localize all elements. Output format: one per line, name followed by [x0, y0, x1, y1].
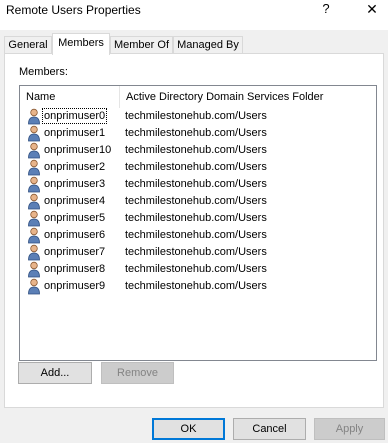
members-label: Members:	[19, 66, 68, 78]
cancel-button[interactable]: Cancel	[233, 418, 306, 440]
member-folder: techmilestonehub.com/Users	[125, 212, 267, 224]
member-folder: techmilestonehub.com/Users	[125, 263, 267, 275]
list-item[interactable]: onprimuser9 techmilestonehub.com/Users	[25, 278, 375, 295]
window-title: Remote Users Properties	[6, 3, 141, 17]
member-name: onprimuser1	[44, 127, 106, 139]
member-name: onprimuser3	[44, 178, 106, 190]
list-item[interactable]: onprimuser3 techmilestonehub.com/Users	[25, 176, 375, 193]
member-folder: techmilestonehub.com/Users	[125, 178, 267, 190]
user-icon	[27, 159, 41, 176]
list-item[interactable]: onprimuser10 techmilestonehub.com/Users	[25, 142, 375, 159]
list-item[interactable]: onprimuser8 techmilestonehub.com/Users	[25, 261, 375, 278]
help-button[interactable]: ?	[318, 1, 334, 21]
user-icon	[27, 108, 41, 125]
user-icon	[27, 244, 41, 261]
column-header-folder[interactable]: Active Directory Domain Services Folder	[119, 86, 376, 108]
member-name: onprimuser7	[44, 246, 106, 258]
list-item[interactable]: onprimuser6 techmilestonehub.com/Users	[25, 227, 375, 244]
member-name: onprimuser0	[41, 108, 108, 124]
column-header-name[interactable]: Name	[20, 86, 119, 108]
user-icon	[27, 227, 41, 244]
member-folder: techmilestonehub.com/Users	[125, 246, 267, 258]
list-item[interactable]: onprimuser5 techmilestonehub.com/Users	[25, 210, 375, 227]
user-icon	[27, 176, 41, 193]
tab-managed-by[interactable]: Managed By	[173, 36, 243, 54]
member-name: onprimuser6	[44, 229, 106, 241]
user-icon	[27, 193, 41, 210]
close-button[interactable]: ✕	[362, 1, 382, 21]
apply-button: Apply	[314, 418, 385, 440]
members-panel: Members: Name Active Directory Domain Se…	[4, 53, 384, 408]
member-folder: techmilestonehub.com/Users	[125, 229, 267, 241]
tab-members[interactable]: Members	[52, 33, 110, 55]
members-list[interactable]: Name Active Directory Domain Services Fo…	[19, 85, 377, 361]
list-item[interactable]: onprimuser7 techmilestonehub.com/Users	[25, 244, 375, 261]
remove-button: Remove	[101, 362, 174, 384]
ok-button[interactable]: OK	[152, 418, 225, 440]
list-item[interactable]: onprimuser1 techmilestonehub.com/Users	[25, 125, 375, 142]
member-name: onprimuser8	[44, 263, 106, 275]
tab-member-of[interactable]: Member Of	[110, 36, 173, 54]
user-icon	[27, 210, 41, 227]
add-button[interactable]: Add...	[18, 362, 92, 384]
member-name: onprimuser9	[44, 280, 106, 292]
member-folder: techmilestonehub.com/Users	[125, 280, 267, 292]
member-name: onprimuser2	[44, 161, 106, 173]
member-name: onprimuser4	[44, 195, 106, 207]
user-icon	[27, 261, 41, 278]
member-folder: techmilestonehub.com/Users	[125, 161, 267, 173]
list-item[interactable]: onprimuser4 techmilestonehub.com/Users	[25, 193, 375, 210]
member-folder: techmilestonehub.com/Users	[125, 195, 267, 207]
user-icon	[27, 125, 41, 142]
title-bar: Remote Users Properties ? ✕	[0, 0, 388, 30]
member-folder: techmilestonehub.com/Users	[125, 127, 267, 139]
member-name: onprimuser10	[44, 144, 112, 156]
member-name: onprimuser5	[44, 212, 106, 224]
user-icon	[27, 142, 41, 159]
user-icon	[27, 278, 41, 295]
list-item[interactable]: onprimuser0 techmilestonehub.com/Users	[25, 108, 375, 125]
list-item[interactable]: onprimuser2 techmilestonehub.com/Users	[25, 159, 375, 176]
tab-general[interactable]: General	[4, 36, 52, 54]
member-folder: techmilestonehub.com/Users	[125, 144, 267, 156]
member-folder: techmilestonehub.com/Users	[125, 110, 267, 122]
list-header: Name Active Directory Domain Services Fo…	[20, 86, 376, 108]
